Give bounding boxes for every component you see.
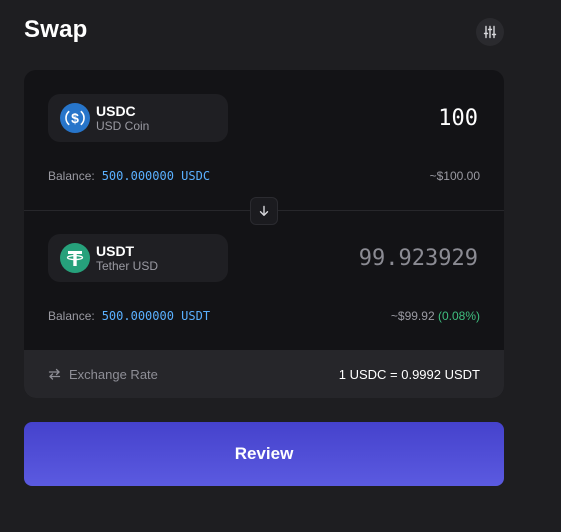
from-balance-label: Balance:: [48, 169, 95, 183]
exchange-rate-value: 1 USDC = 0.9992 USDT: [338, 366, 480, 382]
price-impact: (0.08%): [437, 309, 480, 323]
exchange-rate-bar: Exchange Rate 1 USDC = 0.9992 USDT: [24, 350, 504, 398]
page-title: Swap: [24, 16, 88, 43]
swap-card: $ USDC USD Coin 100 Balance: 500.000000 …: [24, 70, 504, 398]
from-token-symbol: USDC: [96, 102, 136, 119]
to-usd-amount: ~$99.92: [390, 309, 435, 323]
from-usd-value: ~$100.00: [429, 169, 480, 183]
to-token-symbol: USDT: [96, 242, 135, 259]
to-balance: Balance: 500.000000 USDT: [48, 309, 210, 323]
to-balance-value[interactable]: 500.000000 USDT: [102, 309, 210, 323]
usdc-logo-icon: $: [60, 103, 90, 133]
from-token-name: USD Coin: [96, 118, 150, 133]
from-amount-input[interactable]: 100: [278, 106, 478, 131]
from-balance: Balance: 500.000000 USDC: [48, 169, 210, 183]
to-balance-label: Balance:: [48, 309, 95, 323]
to-usd-value: ~$99.92 (0.08%): [391, 309, 480, 323]
to-token-selector[interactable]: USDT Tether USD: [48, 234, 228, 282]
from-token-selector[interactable]: $ USDC USD Coin: [48, 94, 228, 142]
exchange-rate-label: Exchange Rate: [69, 366, 158, 382]
from-balance-value[interactable]: 500.000000 USDC: [102, 169, 210, 183]
settings-button[interactable]: [476, 18, 504, 46]
exchange-rate-label-group: Exchange Rate: [48, 367, 158, 382]
sliders-icon: [483, 25, 497, 39]
arrow-down-icon: [259, 205, 269, 217]
swap-arrows-icon: [48, 368, 61, 380]
to-token-name: Tether USD: [96, 258, 159, 273]
review-button[interactable]: Review: [24, 422, 504, 486]
svg-text:$: $: [71, 110, 79, 126]
usdt-logo-icon: [60, 243, 90, 273]
to-amount-output: 99.923929: [358, 246, 478, 271]
swap-direction-button[interactable]: [250, 197, 278, 225]
